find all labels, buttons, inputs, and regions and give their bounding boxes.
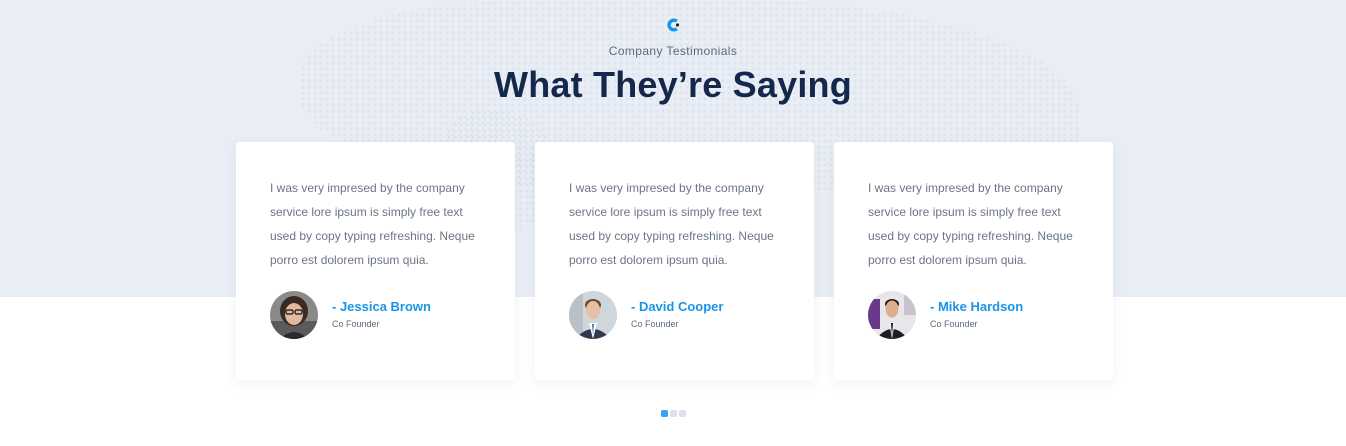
author-name: - Jessica Brown xyxy=(332,299,431,314)
testimonial-quote: I was very impresed by the company servi… xyxy=(868,181,1073,267)
carousel-dot-1[interactable] xyxy=(661,410,668,417)
brand-logo-icon xyxy=(667,18,680,32)
testimonial-quote: I was very impresed by the company servi… xyxy=(270,181,475,267)
author-role: Co Founder xyxy=(930,319,978,329)
author-role: Co Founder xyxy=(332,319,380,329)
testimonial-card: I was very impresed by the company servi… xyxy=(535,142,814,380)
author-name: - Mike Hardson xyxy=(930,299,1024,314)
author-name: - David Cooper xyxy=(631,299,724,314)
testimonial-card: I was very impresed by the company servi… xyxy=(236,142,515,380)
man-office-portrait-icon xyxy=(868,291,916,339)
carousel-dot-3[interactable] xyxy=(679,410,686,417)
woman-portrait-icon xyxy=(270,291,318,339)
section-title: What They’re Saying xyxy=(494,64,852,105)
carousel-pagination xyxy=(661,410,686,417)
testimonial-quote: I was very impresed by the company servi… xyxy=(569,181,774,267)
section-eyebrow: Company Testimonials xyxy=(608,44,738,58)
author-role: Co Founder xyxy=(631,319,679,329)
avatar xyxy=(569,291,617,339)
avatar xyxy=(270,291,318,339)
avatar xyxy=(868,291,916,339)
man-suit-portrait-icon xyxy=(569,291,617,339)
testimonial-card: I was very impresed by the company servi… xyxy=(834,142,1113,380)
carousel-dot-2[interactable] xyxy=(670,410,677,417)
